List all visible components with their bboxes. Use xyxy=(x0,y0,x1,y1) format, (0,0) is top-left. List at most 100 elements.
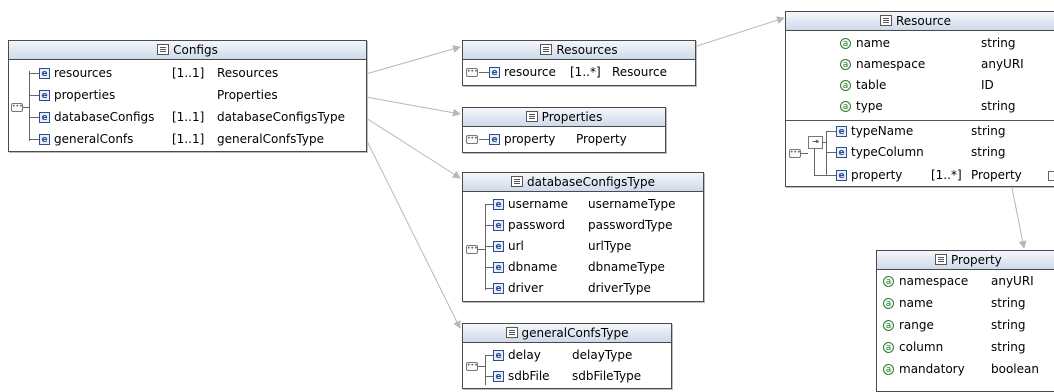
properties-box[interactable]: Properties ••• e property Property xyxy=(462,107,666,153)
element-icon: e xyxy=(493,241,504,252)
element-type: usernameType xyxy=(588,197,676,211)
connector-resource xyxy=(693,16,785,48)
property-attr-namespace[interactable]: a namespace anyURI xyxy=(883,271,1034,291)
resource-element-typename[interactable]: e typeName string xyxy=(826,121,1005,141)
element-icon: e xyxy=(39,68,50,79)
attribute-icon: a xyxy=(883,276,894,287)
attribute-type: string xyxy=(991,340,1026,354)
connector-database-configs xyxy=(365,117,461,179)
resource-box[interactable]: Resource a name string a namespace anyURI at… xyxy=(785,11,1054,187)
general-confs-type-title: generalConfsType xyxy=(521,326,629,340)
connector-resources xyxy=(365,45,461,75)
property-box[interactable]: Property a namespace anyURI a name string ar… xyxy=(876,250,1054,392)
attribute-name: column xyxy=(899,340,944,354)
resources-row-resource[interactable]: e resource [1..*] Resource xyxy=(479,62,667,82)
attribute-name: name xyxy=(856,36,891,50)
resources-title: Resources xyxy=(556,43,618,57)
element-name: resources xyxy=(54,66,113,80)
element-cardinality: [1..1] xyxy=(172,110,205,124)
database-configs-row-username[interactable]: e username usernameType xyxy=(485,194,676,214)
attribute-name: range xyxy=(899,318,934,332)
database-configs-type-title: databaseConfigsType xyxy=(527,175,655,189)
element-icon: e xyxy=(836,147,847,158)
element-type: Properties xyxy=(217,88,278,102)
element-name: typeColumn xyxy=(851,145,924,159)
element-name: password xyxy=(508,218,565,232)
database-configs-type-header[interactable]: databaseConfigsType xyxy=(463,173,703,192)
database-configs-row-password[interactable]: e password passwordType xyxy=(485,215,673,235)
resource-attr-type[interactable]: a type string xyxy=(840,96,1015,116)
configs-header[interactable]: Configs xyxy=(9,41,366,60)
database-configs-type-box[interactable]: databaseConfigsType ••• e username usernam… xyxy=(462,172,704,302)
attribute-icon: a xyxy=(840,38,851,49)
element-cardinality: [1..1] xyxy=(172,66,205,80)
attribute-name: type xyxy=(856,99,883,113)
configs-row-resources[interactable]: e resources [1..1] Resources xyxy=(29,63,278,83)
attribute-type: anyURI xyxy=(981,57,1024,71)
element-name: databaseConfigs xyxy=(54,110,155,124)
element-icon: e xyxy=(489,67,500,78)
properties-title: Properties xyxy=(541,110,603,124)
attribute-type: boolean xyxy=(991,362,1039,376)
attribute-name: namespace xyxy=(856,57,926,71)
resources-header[interactable]: Resources xyxy=(463,41,695,60)
element-type: driverType xyxy=(588,281,651,295)
database-configs-row-driver[interactable]: e driver driverType xyxy=(485,278,651,298)
complex-type-icon xyxy=(511,176,524,187)
resource-header[interactable]: Resource xyxy=(786,12,1054,31)
attribute-type: string xyxy=(981,99,1016,113)
property-attr-column[interactable]: a column string xyxy=(883,337,1025,357)
element-type: databaseConfigsType xyxy=(217,110,345,124)
resource-attr-table[interactable]: a table ID xyxy=(840,75,994,95)
complex-type-icon xyxy=(540,44,553,55)
element-icon: e xyxy=(493,199,504,210)
attribute-icon: a xyxy=(883,298,894,309)
element-icon: e xyxy=(39,112,50,123)
complex-type-icon xyxy=(525,111,538,122)
properties-row-property[interactable]: e property Property xyxy=(479,129,627,149)
element-name: username xyxy=(508,197,568,211)
resource-element-typecolumn[interactable]: e typeColumn string xyxy=(826,142,1005,162)
database-configs-row-url[interactable]: e url urlType xyxy=(485,236,631,256)
element-name: url xyxy=(508,239,524,253)
database-configs-row-dbname[interactable]: e dbname dbnameType xyxy=(485,257,665,277)
element-cardinality: [1..*] xyxy=(570,65,601,79)
expand-handle-icon[interactable] xyxy=(1048,171,1054,181)
element-name: sdbFile xyxy=(508,369,550,383)
configs-row-general-confs[interactable]: e generalConfs [1..1] generalConfsType xyxy=(29,129,324,149)
resource-attr-namespace[interactable]: a namespace anyURI xyxy=(840,54,1024,74)
attribute-name: namespace xyxy=(899,274,969,288)
element-icon: e xyxy=(493,220,504,231)
element-name: typeName xyxy=(851,124,914,138)
property-attr-mandatory[interactable]: a mandatory boolean xyxy=(883,359,1039,379)
attribute-icon: a xyxy=(840,59,851,70)
element-icon: e xyxy=(836,126,847,137)
property-attr-name[interactable]: a name string xyxy=(883,293,1025,313)
configs-row-properties[interactable]: e properties Properties xyxy=(29,85,278,105)
complex-type-icon xyxy=(880,15,892,26)
attribute-type: ID xyxy=(981,78,994,92)
sequence-icon: ••• xyxy=(11,103,23,112)
attribute-name: mandatory xyxy=(899,362,965,376)
configs-row-database-configs[interactable]: e databaseConfigs [1..1] databaseConfigsTyp… xyxy=(29,107,345,127)
property-attr-range[interactable]: a range string xyxy=(883,315,1025,335)
general-confs-row-sdbfile[interactable]: e sdbFile sdbFileType xyxy=(485,366,641,386)
element-icon: e xyxy=(39,90,50,101)
element-icon: e xyxy=(836,170,847,181)
resource-element-property[interactable]: e property [1..*] Property xyxy=(826,165,1022,185)
element-name: driver xyxy=(508,281,544,295)
property-header[interactable]: Property xyxy=(877,251,1054,270)
configs-title: Configs xyxy=(173,43,218,57)
resources-box[interactable]: Resources ••• e resource [1..*] Resource xyxy=(462,40,696,86)
properties-header[interactable]: Properties xyxy=(463,108,665,127)
configs-box[interactable]: Configs ••• e resources [1..1] Resources ep… xyxy=(8,40,367,152)
general-confs-type-header[interactable]: generalConfsType xyxy=(463,324,671,343)
element-type: sdbFileType xyxy=(572,369,642,383)
general-confs-row-delay[interactable]: e delay delayType xyxy=(485,345,632,365)
element-type: Resources xyxy=(217,66,279,80)
general-confs-type-box[interactable]: generalConfsType ••• e delay delayType e sd… xyxy=(462,323,672,389)
element-name: properties xyxy=(54,88,116,102)
attribute-type: string xyxy=(991,318,1026,332)
element-icon: e xyxy=(493,262,504,273)
resource-attr-name[interactable]: a name string xyxy=(840,33,1015,53)
